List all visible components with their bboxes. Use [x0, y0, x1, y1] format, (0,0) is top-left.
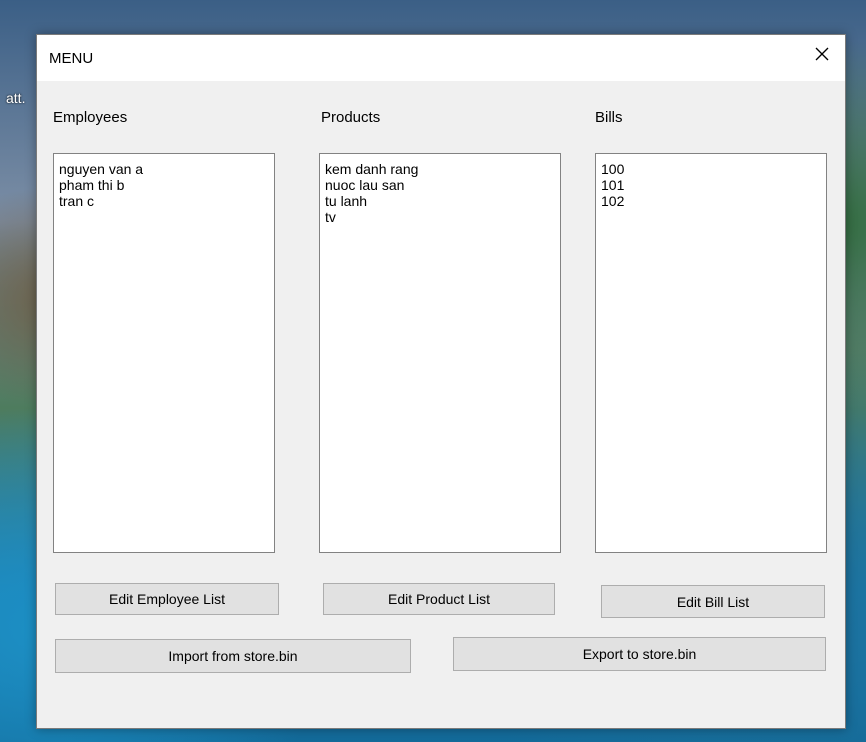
employees-listbox[interactable]: nguyen van a pham thi b tran c	[53, 153, 275, 553]
import-button[interactable]: Import from store.bin	[55, 639, 411, 673]
list-item[interactable]: nuoc lau san	[325, 177, 560, 193]
products-listbox[interactable]: kem danh rang nuoc lau san tu lanh tv	[319, 153, 561, 553]
export-button[interactable]: Export to store.bin	[453, 637, 826, 671]
list-item[interactable]: tran c	[59, 193, 274, 209]
list-item[interactable]: tv	[325, 209, 560, 225]
edit-employee-list-button[interactable]: Edit Employee List	[55, 583, 279, 615]
list-item[interactable]: tu lanh	[325, 193, 560, 209]
close-button[interactable]	[799, 35, 845, 73]
menu-window: MENU Employees nguyen van a pham thi b tra…	[36, 34, 846, 729]
list-item[interactable]: 100	[601, 161, 826, 177]
desktop-icon-label: att.	[6, 90, 26, 106]
edit-product-list-button[interactable]: Edit Product List	[323, 583, 555, 615]
products-label: Products	[321, 109, 381, 126]
list-item[interactable]: 102	[601, 193, 826, 209]
list-item[interactable]: pham thi b	[59, 177, 274, 193]
edit-bill-list-button[interactable]: Edit Bill List	[601, 585, 825, 618]
list-item[interactable]: 101	[601, 177, 826, 193]
bills-listbox[interactable]: 100 101 102	[595, 153, 827, 553]
close-icon	[815, 47, 829, 61]
bills-label: Bills	[595, 109, 623, 126]
list-item[interactable]: kem danh rang	[325, 161, 560, 177]
employees-label: Employees	[53, 109, 128, 126]
title-bar: MENU	[37, 35, 845, 81]
list-item[interactable]: nguyen van a	[59, 161, 274, 177]
window-title: MENU	[49, 50, 94, 67]
